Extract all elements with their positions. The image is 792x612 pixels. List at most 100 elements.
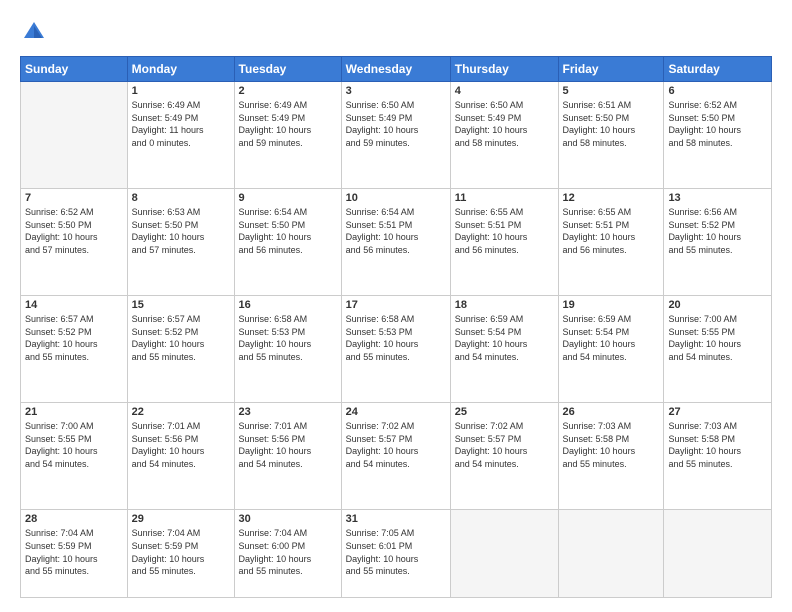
day-info: Sunrise: 6:52 AM Sunset: 5:50 PM Dayligh… xyxy=(668,99,767,149)
day-info: Sunrise: 6:55 AM Sunset: 5:51 PM Dayligh… xyxy=(455,206,554,256)
day-info: Sunrise: 7:03 AM Sunset: 5:58 PM Dayligh… xyxy=(563,420,660,470)
day-number: 31 xyxy=(346,513,446,525)
calendar-cell-w4-d6: 26 Sunrise: 7:03 AM Sunset: 5:58 PM Dayli… xyxy=(558,403,664,510)
week-row-2: 7 Sunrise: 6:52 AM Sunset: 5:50 PM Daylig… xyxy=(21,189,772,296)
day-number: 17 xyxy=(346,299,446,311)
day-number: 1 xyxy=(132,85,230,97)
day-info: Sunrise: 6:50 AM Sunset: 5:49 PM Dayligh… xyxy=(455,99,554,149)
calendar-page: SundayMondayTuesdayWednesdayThursdayFrid… xyxy=(0,0,792,612)
calendar-cell-w3-d1: 14 Sunrise: 6:57 AM Sunset: 5:52 PM Dayli… xyxy=(21,296,128,403)
calendar-cell-w3-d4: 17Sunrise: 6:58 AM Sunset: 5:53 PM Dayli… xyxy=(341,296,450,403)
logo xyxy=(20,18,54,46)
day-number: 8 xyxy=(132,192,230,204)
day-info: Sunrise: 6:49 AM Sunset: 5:49 PM Dayligh… xyxy=(132,99,230,149)
day-number: 10 xyxy=(346,192,446,204)
calendar-cell-w2-d3: 9 Sunrise: 6:54 AM Sunset: 5:50 PM Daylig… xyxy=(234,189,341,296)
day-info: Sunrise: 6:51 AM Sunset: 5:50 PM Dayligh… xyxy=(563,99,660,149)
weekday-tuesday: Tuesday xyxy=(234,57,341,82)
day-number: 2 xyxy=(239,85,337,97)
calendar-cell-w5-d2: 29 Sunrise: 7:04 AM Sunset: 5:59 PM Dayli… xyxy=(127,510,234,598)
calendar-cell-w1-d5: 4 Sunrise: 6:50 AM Sunset: 5:49 PM Daylig… xyxy=(450,82,558,189)
day-number: 28 xyxy=(25,513,123,525)
day-info: Sunrise: 6:49 AM Sunset: 5:49 PM Dayligh… xyxy=(239,99,337,149)
day-info: Sunrise: 7:00 AM Sunset: 5:55 PM Dayligh… xyxy=(668,313,767,363)
day-info: Sunrise: 6:59 AM Sunset: 5:54 PM Dayligh… xyxy=(455,313,554,363)
calendar-table: SundayMondayTuesdayWednesdayThursdayFrid… xyxy=(20,56,772,598)
calendar-cell-w2-d2: 8 Sunrise: 6:53 AM Sunset: 5:50 PM Daylig… xyxy=(127,189,234,296)
day-number: 25 xyxy=(455,406,554,418)
day-number: 19 xyxy=(563,299,660,311)
day-number: 27 xyxy=(668,406,767,418)
calendar-cell-w4-d1: 21 Sunrise: 7:00 AM Sunset: 5:55 PM Dayli… xyxy=(21,403,128,510)
day-number: 5 xyxy=(563,85,660,97)
day-info: Sunrise: 7:05 AM Sunset: 6:01 PM Dayligh… xyxy=(346,527,446,577)
week-row-4: 21 Sunrise: 7:00 AM Sunset: 5:55 PM Dayli… xyxy=(21,403,772,510)
day-info: Sunrise: 7:00 AM Sunset: 5:55 PM Dayligh… xyxy=(25,420,123,470)
header xyxy=(20,18,772,46)
calendar-cell-w3-d2: 15 Sunrise: 6:57 AM Sunset: 5:52 PM Dayli… xyxy=(127,296,234,403)
calendar-cell-w3-d7: 20 Sunrise: 7:00 AM Sunset: 5:55 PM Dayli… xyxy=(664,296,772,403)
calendar-cell-w1-d7: 6 Sunrise: 6:52 AM Sunset: 5:50 PM Daylig… xyxy=(664,82,772,189)
day-number: 18 xyxy=(455,299,554,311)
day-number: 15 xyxy=(132,299,230,311)
weekday-sunday: Sunday xyxy=(21,57,128,82)
day-info: Sunrise: 7:04 AM Sunset: 6:00 PM Dayligh… xyxy=(239,527,337,577)
calendar-cell-w3-d6: 19 Sunrise: 6:59 AM Sunset: 5:54 PM Dayli… xyxy=(558,296,664,403)
day-info: Sunrise: 7:04 AM Sunset: 5:59 PM Dayligh… xyxy=(132,527,230,577)
day-number: 12 xyxy=(563,192,660,204)
day-number: 24 xyxy=(346,406,446,418)
weekday-thursday: Thursday xyxy=(450,57,558,82)
calendar-cell-w5-d6 xyxy=(558,510,664,598)
day-number: 9 xyxy=(239,192,337,204)
week-row-1: 1 Sunrise: 6:49 AM Sunset: 5:49 PM Daylig… xyxy=(21,82,772,189)
day-info: Sunrise: 6:56 AM Sunset: 5:52 PM Dayligh… xyxy=(668,206,767,256)
day-info: Sunrise: 6:57 AM Sunset: 5:52 PM Dayligh… xyxy=(132,313,230,363)
day-info: Sunrise: 6:54 AM Sunset: 5:50 PM Dayligh… xyxy=(239,206,337,256)
calendar-cell-w5-d4: 31 Sunrise: 7:05 AM Sunset: 6:01 PM Dayli… xyxy=(341,510,450,598)
day-number: 6 xyxy=(668,85,767,97)
day-number: 20 xyxy=(668,299,767,311)
day-number: 7 xyxy=(25,192,123,204)
calendar-cell-w4-d5: 25 Sunrise: 7:02 AM Sunset: 5:57 PM Dayli… xyxy=(450,403,558,510)
week-row-5: 28 Sunrise: 7:04 AM Sunset: 5:59 PM Dayli… xyxy=(21,510,772,598)
weekday-monday: Monday xyxy=(127,57,234,82)
day-number: 21 xyxy=(25,406,123,418)
weekday-saturday: Saturday xyxy=(664,57,772,82)
logo-icon xyxy=(20,18,48,46)
day-info: Sunrise: 6:52 AM Sunset: 5:50 PM Dayligh… xyxy=(25,206,123,256)
calendar-cell-w5-d3: 30 Sunrise: 7:04 AM Sunset: 6:00 PM Dayli… xyxy=(234,510,341,598)
day-number: 13 xyxy=(668,192,767,204)
calendar-cell-w5-d1: 28 Sunrise: 7:04 AM Sunset: 5:59 PM Dayli… xyxy=(21,510,128,598)
day-info: Sunrise: 7:02 AM Sunset: 5:57 PM Dayligh… xyxy=(455,420,554,470)
calendar-cell-w4-d3: 23Sunrise: 7:01 AM Sunset: 5:56 PM Dayli… xyxy=(234,403,341,510)
calendar-cell-w1-d1 xyxy=(21,82,128,189)
calendar-cell-w3-d3: 16 Sunrise: 6:58 AM Sunset: 5:53 PM Dayli… xyxy=(234,296,341,403)
day-number: 29 xyxy=(132,513,230,525)
calendar-cell-w4-d4: 24Sunrise: 7:02 AM Sunset: 5:57 PM Dayli… xyxy=(341,403,450,510)
day-info: Sunrise: 6:57 AM Sunset: 5:52 PM Dayligh… xyxy=(25,313,123,363)
day-number: 30 xyxy=(239,513,337,525)
calendar-cell-w4-d2: 22Sunrise: 7:01 AM Sunset: 5:56 PM Dayli… xyxy=(127,403,234,510)
calendar-cell-w4-d7: 27 Sunrise: 7:03 AM Sunset: 5:58 PM Dayli… xyxy=(664,403,772,510)
day-info: Sunrise: 6:53 AM Sunset: 5:50 PM Dayligh… xyxy=(132,206,230,256)
day-info: Sunrise: 7:03 AM Sunset: 5:58 PM Dayligh… xyxy=(668,420,767,470)
day-number: 22 xyxy=(132,406,230,418)
day-info: Sunrise: 6:59 AM Sunset: 5:54 PM Dayligh… xyxy=(563,313,660,363)
day-number: 26 xyxy=(563,406,660,418)
day-info: Sunrise: 6:55 AM Sunset: 5:51 PM Dayligh… xyxy=(563,206,660,256)
day-number: 4 xyxy=(455,85,554,97)
day-number: 14 xyxy=(25,299,123,311)
calendar-cell-w2-d1: 7 Sunrise: 6:52 AM Sunset: 5:50 PM Daylig… xyxy=(21,189,128,296)
calendar-cell-w5-d5 xyxy=(450,510,558,598)
calendar-cell-w1-d2: 1 Sunrise: 6:49 AM Sunset: 5:49 PM Daylig… xyxy=(127,82,234,189)
weekday-header-row: SundayMondayTuesdayWednesdayThursdayFrid… xyxy=(21,57,772,82)
day-number: 23 xyxy=(239,406,337,418)
day-info: Sunrise: 7:04 AM Sunset: 5:59 PM Dayligh… xyxy=(25,527,123,577)
day-info: Sunrise: 6:50 AM Sunset: 5:49 PM Dayligh… xyxy=(346,99,446,149)
day-number: 11 xyxy=(455,192,554,204)
day-number: 16 xyxy=(239,299,337,311)
week-row-3: 14 Sunrise: 6:57 AM Sunset: 5:52 PM Dayli… xyxy=(21,296,772,403)
day-number: 3 xyxy=(346,85,446,97)
calendar-cell-w1-d3: 2 Sunrise: 6:49 AM Sunset: 5:49 PM Daylig… xyxy=(234,82,341,189)
day-info: Sunrise: 6:58 AM Sunset: 5:53 PM Dayligh… xyxy=(239,313,337,363)
